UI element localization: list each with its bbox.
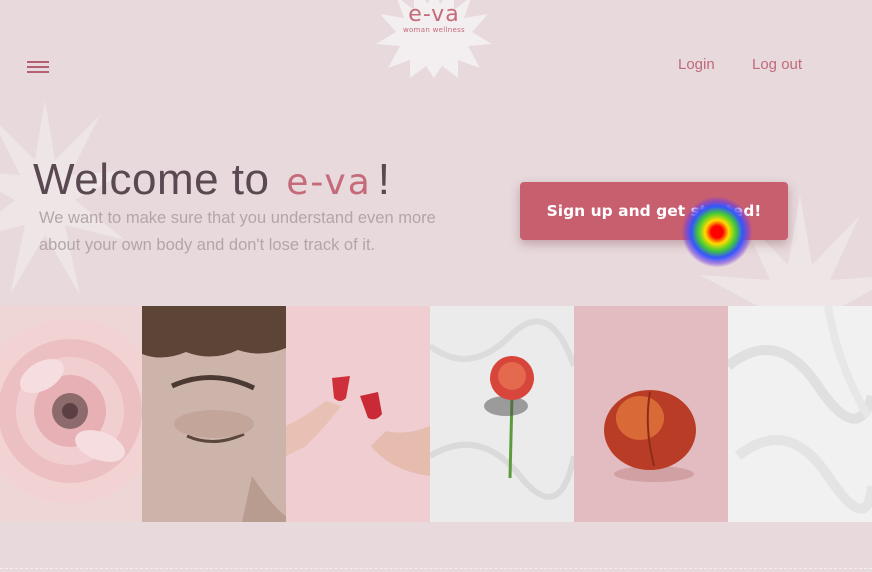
menu-line bbox=[27, 71, 49, 73]
login-link[interactable]: Login bbox=[678, 56, 715, 73]
peach-icon bbox=[574, 306, 728, 522]
footer-space bbox=[0, 522, 872, 572]
hero-title-suffix: ! bbox=[377, 155, 391, 204]
logo-wordmark: e-va bbox=[408, 2, 460, 27]
page-divider bbox=[0, 568, 872, 569]
signup-button-label: Sign up and get started! bbox=[546, 202, 762, 220]
brand-logo[interactable]: e-va woman wellness bbox=[376, 0, 492, 78]
gallery-image-closed-eye bbox=[142, 306, 286, 522]
menu-line bbox=[27, 61, 49, 63]
logo-tagline: woman wellness bbox=[403, 26, 465, 34]
gallery-image-red-flower bbox=[430, 306, 574, 522]
gallery-image-white-fabric bbox=[728, 306, 872, 522]
hero-title: Welcome to e-va! bbox=[33, 155, 391, 205]
hamburger-icon[interactable] bbox=[27, 58, 51, 76]
hero-title-prefix: Welcome to bbox=[33, 155, 270, 204]
logout-link[interactable]: Log out bbox=[752, 56, 802, 73]
menstrual-cups-icon bbox=[286, 306, 430, 522]
gallery-image-peach bbox=[574, 306, 728, 522]
gallery-image-menstrual-cups bbox=[286, 306, 430, 522]
landing-page: e-va woman wellness Login Log out Welcom… bbox=[0, 0, 872, 572]
pink-flower-icon bbox=[0, 319, 142, 503]
hero-subtitle: We want to make sure that you understand… bbox=[39, 209, 436, 254]
gallery-image-pink-flower bbox=[0, 306, 142, 522]
signup-button[interactable]: Sign up and get started! bbox=[520, 182, 788, 240]
red-flower-icon bbox=[430, 306, 574, 522]
menu-line bbox=[27, 66, 49, 68]
hero-title-brand: e-va bbox=[286, 162, 372, 203]
image-gallery bbox=[0, 306, 872, 522]
white-fabric-icon bbox=[728, 306, 872, 522]
closed-eye-icon bbox=[142, 306, 286, 522]
